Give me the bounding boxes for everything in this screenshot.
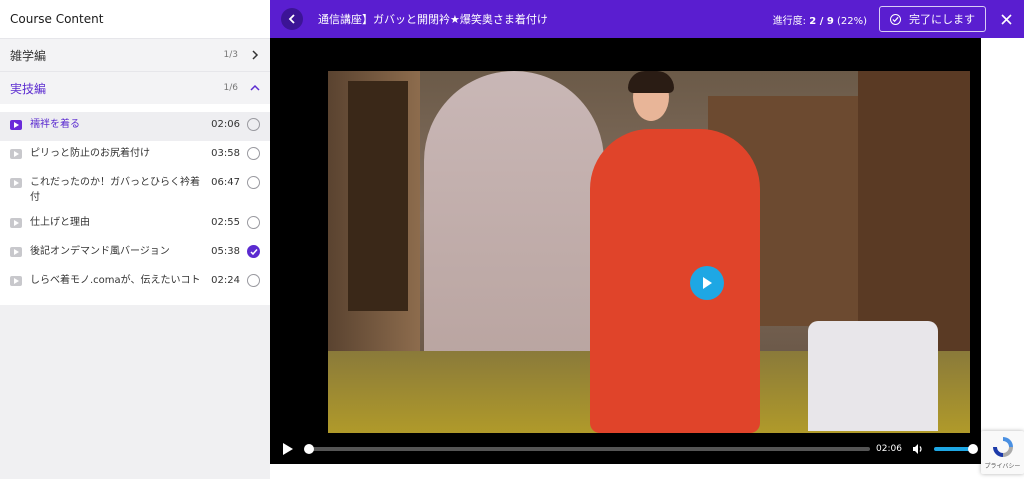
play-button[interactable]	[282, 443, 294, 455]
lesson-duration: 02:06	[211, 119, 240, 130]
lesson-duration: 02:24	[211, 275, 240, 286]
section-title: 実技編	[10, 81, 47, 96]
recaptcha-icon	[992, 437, 1013, 457]
video-icon	[10, 276, 22, 286]
lesson-item[interactable]: 後記オンデマンド風バージョン 05:38	[0, 239, 270, 268]
video-icon	[10, 247, 22, 257]
video-scene-table	[808, 321, 938, 431]
back-button[interactable]	[281, 8, 303, 30]
lesson-duration: 02:55	[211, 217, 240, 228]
video-icon	[10, 149, 22, 159]
lesson-title: 仕上げと理由	[30, 217, 90, 228]
lesson-duration: 03:58	[211, 148, 240, 159]
section-count: 1/3	[223, 50, 238, 60]
section-count: 1/6	[223, 83, 238, 93]
completion-checkbox[interactable]	[247, 245, 260, 258]
volume-icon[interactable]	[912, 443, 924, 455]
mark-complete-label: 完了にします	[909, 13, 975, 26]
lesson-item[interactable]: ピリっと防止のお尻着付け 03:58	[0, 141, 270, 170]
big-play-button[interactable]	[690, 266, 724, 300]
video-scene-shelf	[348, 81, 408, 311]
sidebar-header: Course Content	[0, 0, 270, 38]
completion-checkbox[interactable]	[247, 176, 260, 189]
completion-checkbox[interactable]	[247, 118, 260, 131]
close-icon	[1000, 13, 1012, 25]
completion-checkbox[interactable]	[247, 216, 260, 229]
section-trivia[interactable]: 雑学編 1/3	[0, 38, 270, 71]
video-icon	[10, 120, 22, 130]
lesson-duration: 06:47	[211, 177, 240, 188]
video-frame[interactable]	[328, 71, 970, 433]
lesson-title: これだったのか！ガバっとひらく衿着付	[30, 177, 200, 203]
chevron-up-icon	[250, 83, 260, 93]
lesson-item[interactable]: 襦袢を着る 02:06	[0, 112, 270, 141]
video-scene-person	[590, 129, 760, 433]
section-practice[interactable]: 実技編 1/6	[0, 71, 270, 104]
course-player-app: Course Content 雑学編 1/3 実技編 1/6 襦袢を着る 02:…	[0, 0, 1024, 479]
video-scene-hair	[628, 71, 674, 93]
lesson-duration: 05:38	[211, 246, 240, 257]
lesson-title: 襦袢を着る	[30, 119, 80, 130]
play-icon	[283, 443, 293, 455]
progress-label: 進行度:	[772, 15, 807, 27]
course-content-sidebar: Course Content 雑学編 1/3 実技編 1/6 襦袢を着る 02:…	[0, 0, 270, 479]
lesson-list: 襦袢を着る 02:06 ピリっと防止のお尻着付け 03:58 これだったのか！ガ…	[0, 104, 270, 305]
progress-indicator: 進行度: 2 / 9 (22%)	[773, 12, 867, 27]
seek-handle[interactable]	[304, 444, 314, 454]
player-controls: 02:06	[270, 434, 981, 464]
recaptcha-text: プライバシー	[984, 463, 1021, 470]
completion-checkbox[interactable]	[247, 147, 260, 160]
video-scene-arch	[424, 71, 604, 371]
volume-slider[interactable]	[934, 444, 978, 454]
check-icon	[249, 248, 258, 255]
progress-value: 2 / 9	[809, 15, 834, 27]
lesson-topbar: 通信講座】ガバッと開閉衿★爆笑奥さま着付け 進行度: 2 / 9 (22%) 完…	[270, 0, 1024, 38]
chevron-right-icon	[250, 50, 260, 60]
lesson-title-heading: 通信講座】ガバッと開閉衿★爆笑奥さま着付け	[318, 13, 548, 26]
current-time: 02:06	[876, 444, 902, 454]
lesson-title: しらべ着モノ.comaが、伝えたいコト	[30, 275, 201, 286]
lesson-item[interactable]: これだったのか！ガバっとひらく衿着付 06:47	[0, 170, 270, 210]
close-button[interactable]	[1000, 13, 1012, 25]
lesson-item[interactable]: 仕上げと理由 02:55	[0, 210, 270, 239]
video-player[interactable]: 02:06	[270, 38, 981, 464]
lesson-title: 後記オンデマンド風バージョン	[30, 246, 170, 257]
section-title: 雑学編	[10, 48, 47, 63]
video-icon	[10, 178, 22, 188]
play-icon	[703, 277, 712, 289]
completion-checkbox[interactable]	[247, 274, 260, 287]
progress-percent: (22%)	[836, 15, 867, 27]
video-icon	[10, 218, 22, 228]
chevron-left-icon	[288, 14, 295, 24]
volume-handle[interactable]	[968, 444, 978, 454]
mark-complete-button[interactable]: 完了にします	[879, 6, 986, 32]
lesson-title: ピリっと防止のお尻着付け	[30, 148, 150, 159]
check-circle-icon	[890, 13, 901, 25]
seek-bar[interactable]	[304, 444, 870, 454]
lesson-item[interactable]: しらべ着モノ.comaが、伝えたいコト 02:24	[0, 268, 270, 297]
recaptcha-badge[interactable]: プライバシー	[981, 431, 1024, 474]
